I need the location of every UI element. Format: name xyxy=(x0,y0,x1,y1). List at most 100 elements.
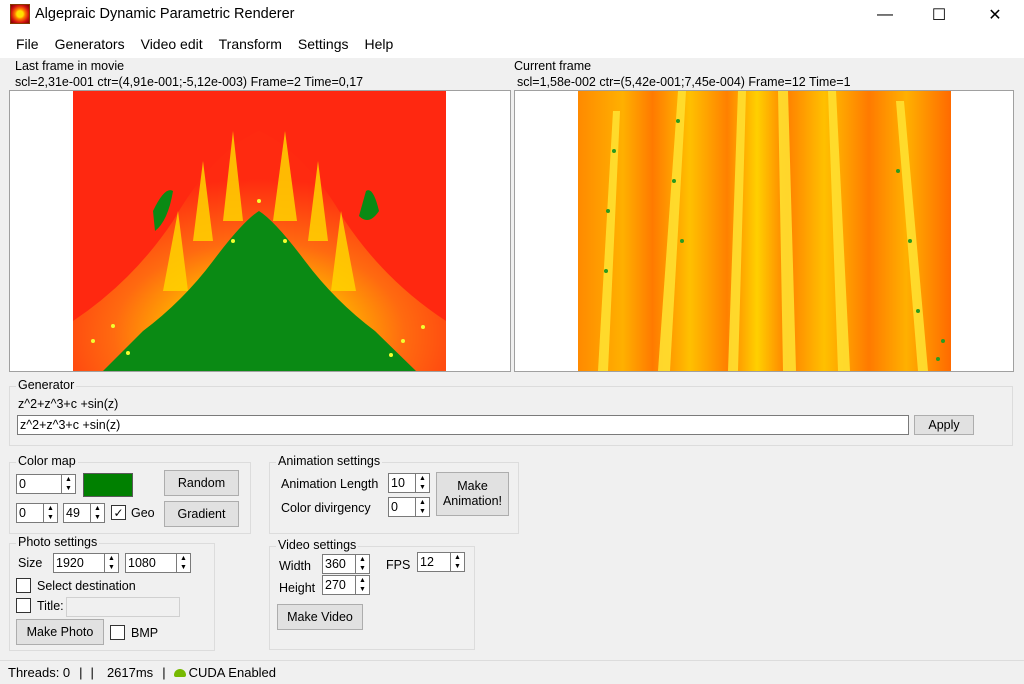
spin-down-icon[interactable]: ▼ xyxy=(416,507,429,516)
spin-up-icon[interactable]: ▲ xyxy=(177,554,190,563)
spin-down-icon[interactable]: ▼ xyxy=(62,484,75,493)
video-width-stepper[interactable]: 360 ▲ ▼ xyxy=(322,554,370,574)
animation-settings-group: Animation settings Animation Length 10 ▲… xyxy=(269,454,519,534)
status-separator: | xyxy=(79,665,83,680)
color-divergency-label: Color divirgency xyxy=(281,501,371,515)
spin-down-icon[interactable]: ▼ xyxy=(416,483,429,492)
color-start-stepper[interactable]: 0 ▲ ▼ xyxy=(16,503,58,523)
menu-help[interactable]: Help xyxy=(357,36,402,52)
spin-down-icon[interactable]: ▼ xyxy=(356,585,369,594)
close-button[interactable]: ✕ xyxy=(972,0,1018,30)
geo-label: Geo xyxy=(131,506,155,520)
spin-down-icon[interactable]: ▼ xyxy=(105,563,118,572)
select-destination-checkbox[interactable] xyxy=(16,578,31,593)
make-animation-button[interactable]: Make Animation! xyxy=(436,472,509,516)
generator-formula-input[interactable]: z^2+z^3+c +sin(z) xyxy=(17,415,909,435)
menu-bar: File Generators Video edit Transform Set… xyxy=(0,30,1024,58)
title-bar: Algepraic Dynamic Parametric Renderer — … xyxy=(0,0,1024,30)
title-input[interactable] xyxy=(66,597,180,617)
spin-up-icon[interactable]: ▲ xyxy=(356,576,369,585)
select-destination-label: Select destination xyxy=(37,579,136,593)
video-settings-group-title: Video settings xyxy=(276,538,359,552)
menu-file[interactable]: File xyxy=(8,36,47,52)
generator-group: Generator z^2+z^3+c +sin(z) z^2+z^3+c +s… xyxy=(9,378,1013,446)
spin-down-icon[interactable]: ▼ xyxy=(91,513,104,522)
color-divergency-stepper[interactable]: 0 ▲ ▼ xyxy=(388,497,430,517)
fps-label: FPS xyxy=(386,558,411,572)
photo-width-stepper[interactable]: 1920 ▲ ▼ xyxy=(53,553,119,573)
random-button[interactable]: Random xyxy=(164,470,239,496)
color-end-input[interactable]: 49 xyxy=(63,503,91,523)
video-height-label: Height xyxy=(279,581,316,595)
menu-settings[interactable]: Settings xyxy=(290,36,357,52)
photo-settings-group-title: Photo settings xyxy=(16,535,100,549)
photo-settings-group: Photo settings Size 1920 ▲ ▼ 1080 ▲ ▼ Sele… xyxy=(9,535,215,651)
maximize-button[interactable]: ☐ xyxy=(916,0,962,30)
animation-length-input[interactable]: 10 xyxy=(388,473,416,493)
spin-up-icon[interactable]: ▲ xyxy=(416,474,429,483)
color-map-group-title: Color map xyxy=(16,454,78,468)
spin-down-icon[interactable]: ▼ xyxy=(451,562,464,571)
apply-button[interactable]: Apply xyxy=(914,415,974,435)
animation-length-label: Animation Length xyxy=(281,477,379,491)
menu-transform[interactable]: Transform xyxy=(211,36,290,52)
status-bar: Threads: 0 | | 2617ms | CUDA Enabled xyxy=(0,660,1024,684)
color-index-stepper[interactable]: 0 ▲ ▼ xyxy=(16,474,76,494)
video-height-input[interactable]: 270 xyxy=(322,575,356,595)
title-checkbox[interactable] xyxy=(16,598,31,613)
color-swatch[interactable] xyxy=(83,473,133,497)
menu-generators[interactable]: Generators xyxy=(47,36,133,52)
spin-up-icon[interactable]: ▲ xyxy=(451,553,464,562)
cuda-status: CUDA Enabled xyxy=(188,665,277,680)
make-photo-button[interactable]: Make Photo xyxy=(16,619,104,645)
menu-video-edit[interactable]: Video edit xyxy=(133,36,211,52)
spin-down-icon[interactable]: ▼ xyxy=(177,563,190,572)
current-frame-title: Current frame xyxy=(514,59,592,73)
minimize-icon: — xyxy=(877,6,893,23)
animation-length-stepper[interactable]: 10 ▲ ▼ xyxy=(388,473,430,493)
spin-up-icon[interactable]: ▲ xyxy=(356,555,369,564)
video-height-stepper[interactable]: 270 ▲ ▼ xyxy=(322,575,370,595)
minimize-button[interactable]: — xyxy=(862,0,908,30)
last-frame-title: Last frame in movie xyxy=(15,59,125,73)
color-index-input[interactable]: 0 xyxy=(16,474,62,494)
last-frame-info: scl=2,31e-001 ctr=(4,91e-001;-5,12e-003)… xyxy=(15,75,364,89)
bmp-checkbox[interactable] xyxy=(110,625,125,640)
status-separator: | xyxy=(162,665,166,680)
title-label: Title: xyxy=(37,599,64,613)
video-width-label: Width xyxy=(279,559,311,573)
color-start-input[interactable]: 0 xyxy=(16,503,44,523)
color-divergency-input[interactable]: 0 xyxy=(388,497,416,517)
spin-up-icon[interactable]: ▲ xyxy=(416,498,429,507)
photo-height-input[interactable]: 1080 xyxy=(125,553,177,573)
checkmark-icon: ✓ xyxy=(113,505,124,520)
bmp-label: BMP xyxy=(131,626,159,640)
photo-width-input[interactable]: 1920 xyxy=(53,553,105,573)
spin-up-icon[interactable]: ▲ xyxy=(62,475,75,484)
photo-height-stepper[interactable]: 1080 ▲ ▼ xyxy=(125,553,191,573)
last-frame-fractal-image xyxy=(73,91,446,371)
current-frame-info: scl=1,58e-002 ctr=(5,42e-001;7,45e-004) … xyxy=(517,75,851,89)
maximize-icon: ☐ xyxy=(931,7,947,24)
spin-down-icon[interactable]: ▼ xyxy=(356,564,369,573)
make-video-button[interactable]: Make Video xyxy=(277,604,363,630)
color-end-stepper[interactable]: 49 ▲ ▼ xyxy=(63,503,105,523)
generator-group-title: Generator xyxy=(16,378,77,392)
spin-up-icon[interactable]: ▲ xyxy=(91,504,104,513)
window-title: Algepraic Dynamic Parametric Renderer xyxy=(35,6,295,22)
fps-input[interactable]: 12 xyxy=(417,552,451,572)
last-frame-panel[interactable] xyxy=(9,90,511,372)
spin-up-icon[interactable]: ▲ xyxy=(105,554,118,563)
threads-status: Threads: 0 xyxy=(8,665,71,680)
close-icon: ✕ xyxy=(988,7,1002,24)
fractal-app-icon xyxy=(10,4,30,24)
gradient-button[interactable]: Gradient xyxy=(164,501,239,527)
video-width-input[interactable]: 360 xyxy=(322,554,356,574)
spin-down-icon[interactable]: ▼ xyxy=(44,513,57,522)
fps-stepper[interactable]: 12 ▲ ▼ xyxy=(417,552,465,572)
status-separator: | xyxy=(90,665,94,680)
geo-checkbox[interactable]: ✓ xyxy=(111,505,126,520)
animation-settings-group-title: Animation settings xyxy=(276,454,383,468)
spin-up-icon[interactable]: ▲ xyxy=(44,504,57,513)
current-frame-panel[interactable] xyxy=(514,90,1014,372)
